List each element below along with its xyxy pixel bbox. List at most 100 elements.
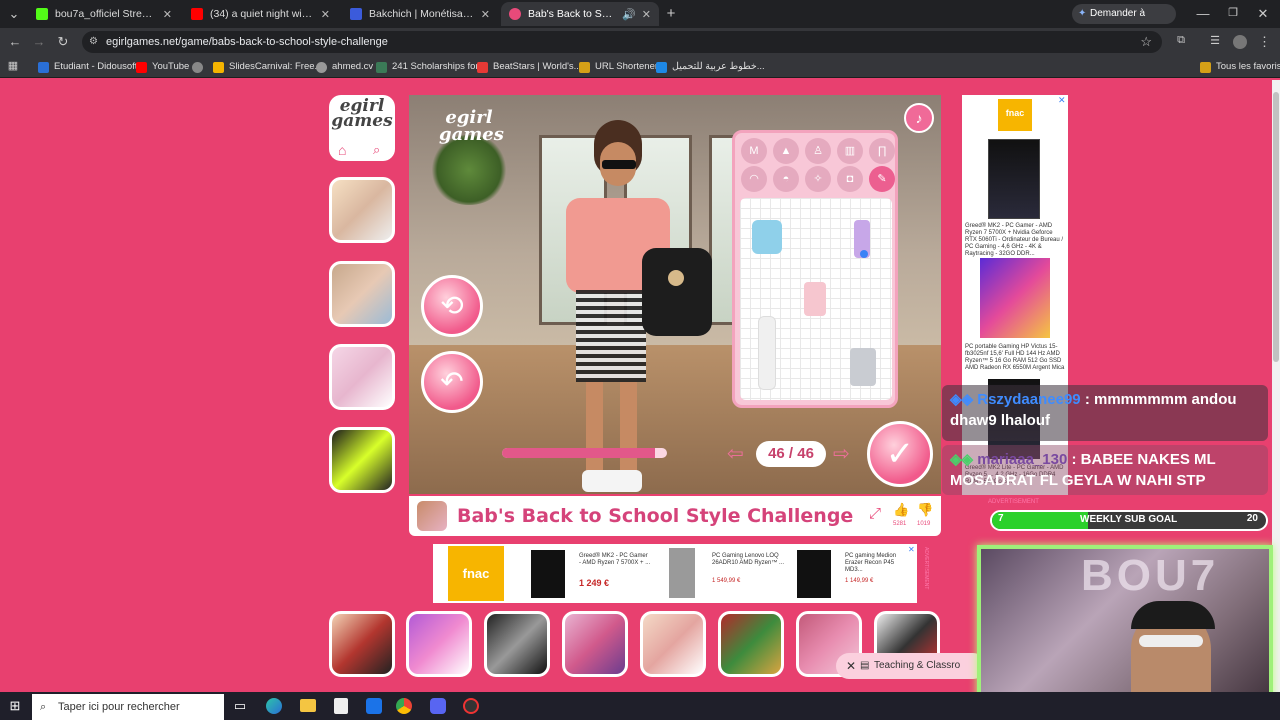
menu-icon[interactable]: ⋮ [1258, 34, 1271, 50]
game-thumbnail[interactable] [484, 611, 550, 677]
profile-avatar[interactable] [1233, 35, 1247, 49]
tab-4-active[interactable]: Bab's Back to School Style C 🔊 ✕ [501, 2, 659, 26]
bookmark-item[interactable]: 241 Scholarships for... [376, 59, 486, 75]
item-bottle[interactable] [758, 316, 776, 390]
chrome-icon[interactable] [396, 698, 412, 714]
minimize-icon[interactable]: — [1196, 6, 1210, 21]
url-field[interactable]: ⚙ egirlgames.net/game/babs-back-to-schoo… [82, 31, 1162, 53]
all-favorites[interactable]: Tous les favoris [1200, 59, 1280, 75]
category-tops-icon[interactable]: M [741, 138, 767, 164]
new-tab-button[interactable]: + [664, 5, 678, 22]
taskbar-search[interactable]: ⌕ Taper ici pour rechercher [32, 694, 224, 720]
like-icon[interactable]: 👍 [893, 502, 909, 518]
tab-search-icon[interactable]: ⌄ [6, 6, 22, 22]
game-thumbnail[interactable] [329, 611, 395, 677]
dislike-icon[interactable]: 👎 [917, 502, 933, 518]
obs-icon[interactable] [463, 698, 479, 714]
game-thumbnail[interactable] [329, 177, 395, 243]
bookmark-item[interactable]: ahmed.cv [316, 59, 373, 75]
game-thumbnail[interactable] [406, 611, 472, 677]
category-jewelry-icon[interactable]: ✧ [805, 166, 831, 192]
page-scrollbar[interactable] [1272, 80, 1280, 692]
next-arrow-icon[interactable]: ⇨ [833, 444, 859, 464]
undo-button[interactable]: ↶ [421, 351, 483, 413]
item-grid[interactable] [740, 198, 892, 400]
bookmark-item[interactable]: YouTube [136, 59, 189, 75]
task-view-icon[interactable]: ▭ [232, 698, 248, 714]
bookmark-item[interactable]: URL Shortener [579, 59, 658, 75]
tab-2[interactable]: (34) a quiet night with the mafi ✕ [183, 2, 338, 26]
close-icon[interactable]: ✕ [642, 8, 651, 21]
undo-icon: ↶ [440, 366, 464, 397]
edge-icon[interactable] [266, 698, 282, 714]
tab-title: (34) a quiet night with the mafi [210, 8, 315, 20]
back-icon[interactable]: ← [8, 34, 22, 49]
category-shirt-icon[interactable]: ▲ [773, 138, 799, 164]
forward-icon[interactable]: → [32, 34, 46, 49]
site-logo[interactable]: egirl games ⌂ ⌕ [329, 95, 395, 161]
close-window-icon[interactable]: ✕ [1256, 6, 1270, 22]
reset-button[interactable]: ⟲ [421, 275, 483, 337]
game-thumbnail[interactable] [329, 261, 395, 327]
bottom-ad[interactable]: fnac Greed® MK2 - PC Gamer - AMD Ryzen 7… [433, 544, 917, 603]
chat-message: ◈◈ mariaaa_130 : BABEE NAKES ML MOSADRAT… [942, 445, 1268, 495]
prev-arrow-icon[interactable]: ⇦ [727, 444, 753, 464]
category-jacket-icon[interactable]: ▥ [837, 138, 863, 164]
ad-text: PC portable Gaming HP Victus 15-fb3025nf… [965, 344, 1065, 371]
site-info-icon[interactable]: ⚙ [89, 31, 98, 53]
tab-3[interactable]: Bakchich | Monétisation pour le ✕ [342, 2, 498, 26]
bookmark-item[interactable] [192, 59, 208, 75]
category-dress-icon[interactable]: ♙ [805, 138, 831, 164]
item-camera[interactable] [752, 220, 782, 254]
media-icon[interactable]: ☰ [1208, 34, 1222, 47]
close-icon[interactable]: ✕ [846, 653, 856, 679]
close-icon[interactable]: ✕ [163, 8, 172, 21]
game-thumbnail[interactable] [329, 427, 395, 493]
bookmark-item[interactable]: Etudiant - Didousoft [38, 59, 137, 75]
store-icon[interactable] [334, 698, 348, 714]
category-accessories-icon[interactable]: ✎ [869, 166, 895, 192]
done-button[interactable]: ✓ [867, 421, 933, 487]
file-explorer-icon[interactable] [300, 699, 316, 712]
bookmark-label: خطوط عربية للتحميل... [672, 61, 765, 72]
bookmark-item[interactable]: SlidesCarnival: Free... [213, 59, 322, 75]
ad-close-icon[interactable]: ✕ [908, 545, 915, 554]
scrollbar-thumb[interactable] [1273, 92, 1279, 362]
ad-close-icon[interactable]: ✕ [1058, 95, 1066, 106]
star-icon[interactable]: ☆ [1140, 31, 1152, 53]
shoes [582, 470, 642, 492]
extensions-icon[interactable]: ⧉ [1174, 34, 1188, 47]
search-icon[interactable]: ⌕ [373, 142, 380, 158]
reload-icon[interactable]: ↻ [56, 34, 70, 50]
item-device[interactable] [850, 348, 876, 386]
windows-start-icon[interactable]: ⊞ [8, 698, 22, 714]
discord-icon[interactable] [430, 698, 446, 714]
close-icon[interactable]: ✕ [321, 8, 330, 21]
search-icon: ⌕ [40, 701, 47, 713]
toast-notification[interactable]: ✕ ▤ Teaching & Classro [836, 653, 986, 679]
game-thumbnail[interactable] [562, 611, 628, 677]
game-thumbnail[interactable] [640, 611, 706, 677]
item-cup[interactable] [804, 282, 826, 316]
maximize-icon[interactable]: ❐ [1226, 6, 1240, 19]
fullscreen-icon[interactable]: ⤢ [869, 505, 881, 522]
bookmark-item[interactable]: خطوط عربية للتحميل... [656, 59, 765, 75]
tab-1[interactable]: bou7a_officiel Stream - Watch l ✕ [28, 2, 180, 26]
category-hat-icon[interactable]: ◓ [773, 166, 799, 192]
category-pants-icon[interactable]: ∏ [869, 138, 895, 164]
mail-icon[interactable] [366, 698, 382, 714]
fonts-icon [656, 61, 667, 73]
bookmark-label: 241 Scholarships for... [392, 61, 486, 72]
apps-icon[interactable]: ▦ [6, 59, 20, 72]
close-icon[interactable]: ✕ [481, 8, 490, 21]
category-hair-icon[interactable]: ◠ [741, 166, 767, 192]
bookmark-item[interactable]: BeatStars | World's... [477, 59, 582, 75]
game-thumbnail[interactable] [718, 611, 784, 677]
category-bag-icon[interactable]: ◘ [837, 166, 863, 192]
game-thumbnail[interactable] [329, 344, 395, 410]
youtube-icon [136, 61, 147, 73]
speaker-icon[interactable]: 🔊 [622, 8, 636, 21]
home-icon[interactable]: ⌂ [338, 142, 346, 158]
music-icon[interactable]: ♪ [904, 103, 934, 133]
gemini-button[interactable]: ✦ Demander à Gemini [1072, 4, 1176, 39]
